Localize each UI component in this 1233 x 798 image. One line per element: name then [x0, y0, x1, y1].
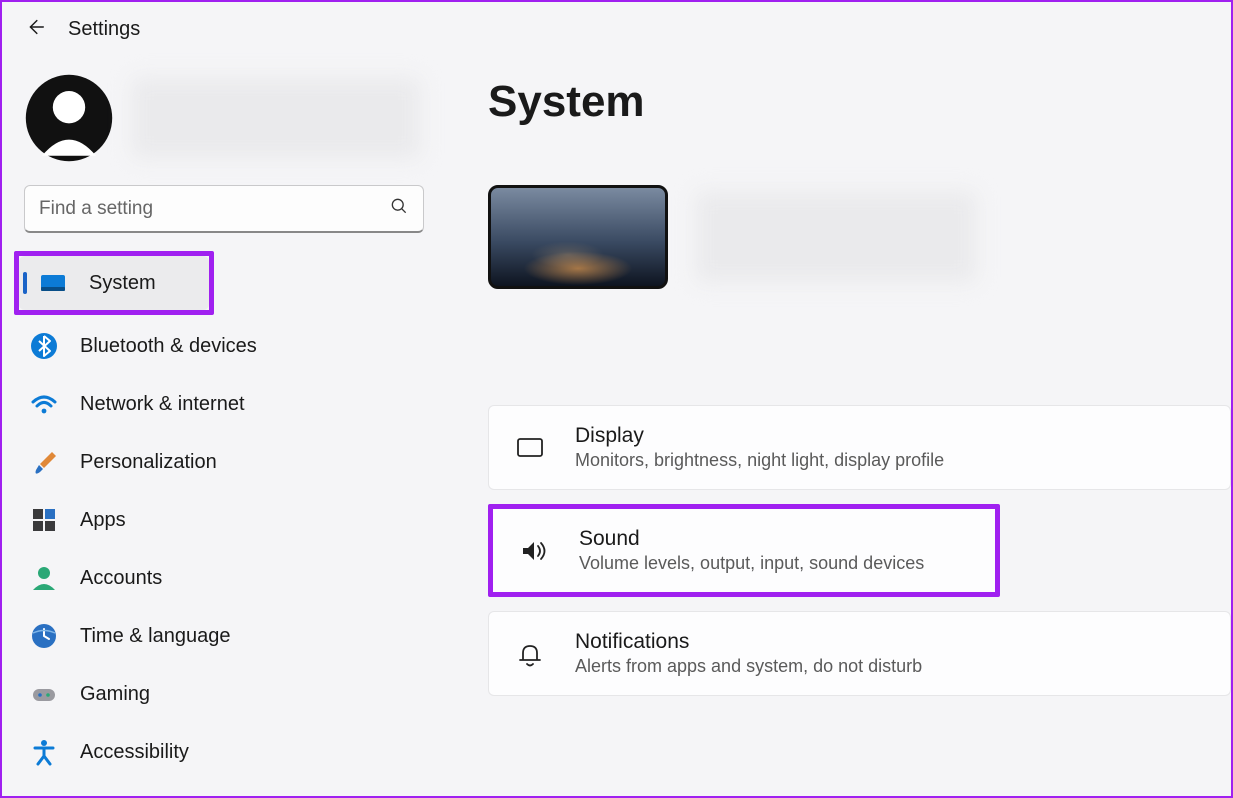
account-block[interactable]	[2, 65, 442, 181]
wifi-icon	[30, 390, 58, 418]
titlebar: Settings	[2, 2, 1231, 55]
nav-item-time-language[interactable]: Time & language	[10, 609, 434, 663]
settings-list: Display Monitors, brightness, night ligh…	[488, 405, 1231, 696]
back-button[interactable]	[24, 16, 46, 43]
setting-row-display[interactable]: Display Monitors, brightness, night ligh…	[488, 405, 1231, 490]
person-icon	[30, 564, 58, 592]
main-content: System Display Monitors, brightness, nig…	[442, 55, 1231, 793]
sound-icon	[517, 534, 551, 568]
row-title: Sound	[579, 527, 924, 551]
bell-icon	[513, 637, 547, 671]
nav-label: System	[89, 272, 156, 295]
nav-item-bluetooth[interactable]: Bluetooth & devices	[10, 319, 434, 373]
device-info-row[interactable]	[488, 185, 1231, 289]
nav-list: System Bluetooth & devices Network & int…	[2, 251, 442, 779]
device-name-redacted	[696, 192, 976, 282]
setting-row-notifications[interactable]: Notifications Alerts from apps and syste…	[488, 611, 1231, 696]
display-icon	[513, 431, 547, 465]
accessibility-icon	[30, 738, 58, 766]
nav-item-personalization[interactable]: Personalization	[10, 435, 434, 489]
desktop-thumbnail	[488, 185, 668, 289]
nav-label: Gaming	[80, 683, 150, 706]
nav-label: Personalization	[80, 451, 217, 474]
search-input[interactable]	[39, 198, 389, 220]
nav-item-gaming[interactable]: Gaming	[10, 667, 434, 721]
setting-row-sound[interactable]: Sound Volume levels, output, input, soun…	[493, 509, 995, 592]
brush-icon	[30, 448, 58, 476]
nav-label: Accessibility	[80, 741, 189, 764]
nav-label: Bluetooth & devices	[80, 335, 257, 358]
row-desc: Alerts from apps and system, do not dist…	[575, 656, 922, 677]
nav-item-accounts[interactable]: Accounts	[10, 551, 434, 605]
sidebar: System Bluetooth & devices Network & int…	[2, 55, 442, 793]
nav-label: Network & internet	[80, 393, 245, 416]
globe-clock-icon	[30, 622, 58, 650]
nav-item-system[interactable]: System	[19, 256, 209, 310]
search-icon	[389, 196, 409, 221]
nav-label: Apps	[80, 509, 126, 532]
gamepad-icon	[30, 680, 58, 708]
highlight-system: System	[14, 251, 214, 315]
nav-item-network[interactable]: Network & internet	[10, 377, 434, 431]
search-box[interactable]	[24, 185, 424, 233]
account-name-redacted	[132, 78, 420, 158]
page-title: System	[488, 77, 1231, 127]
nav-label: Accounts	[80, 567, 162, 590]
nav-item-apps[interactable]: Apps	[10, 493, 434, 547]
row-title: Display	[575, 424, 944, 448]
nav-label: Time & language	[80, 625, 230, 648]
app-title: Settings	[68, 18, 140, 41]
row-desc: Monitors, brightness, night light, displ…	[575, 450, 944, 471]
highlight-sound: Sound Volume levels, output, input, soun…	[488, 504, 1000, 597]
nav-item-accessibility[interactable]: Accessibility	[10, 725, 434, 779]
row-desc: Volume levels, output, input, sound devi…	[579, 553, 924, 574]
system-icon	[39, 269, 67, 297]
avatar	[24, 73, 114, 163]
bluetooth-icon	[30, 332, 58, 360]
row-title: Notifications	[575, 630, 922, 654]
apps-icon	[30, 506, 58, 534]
